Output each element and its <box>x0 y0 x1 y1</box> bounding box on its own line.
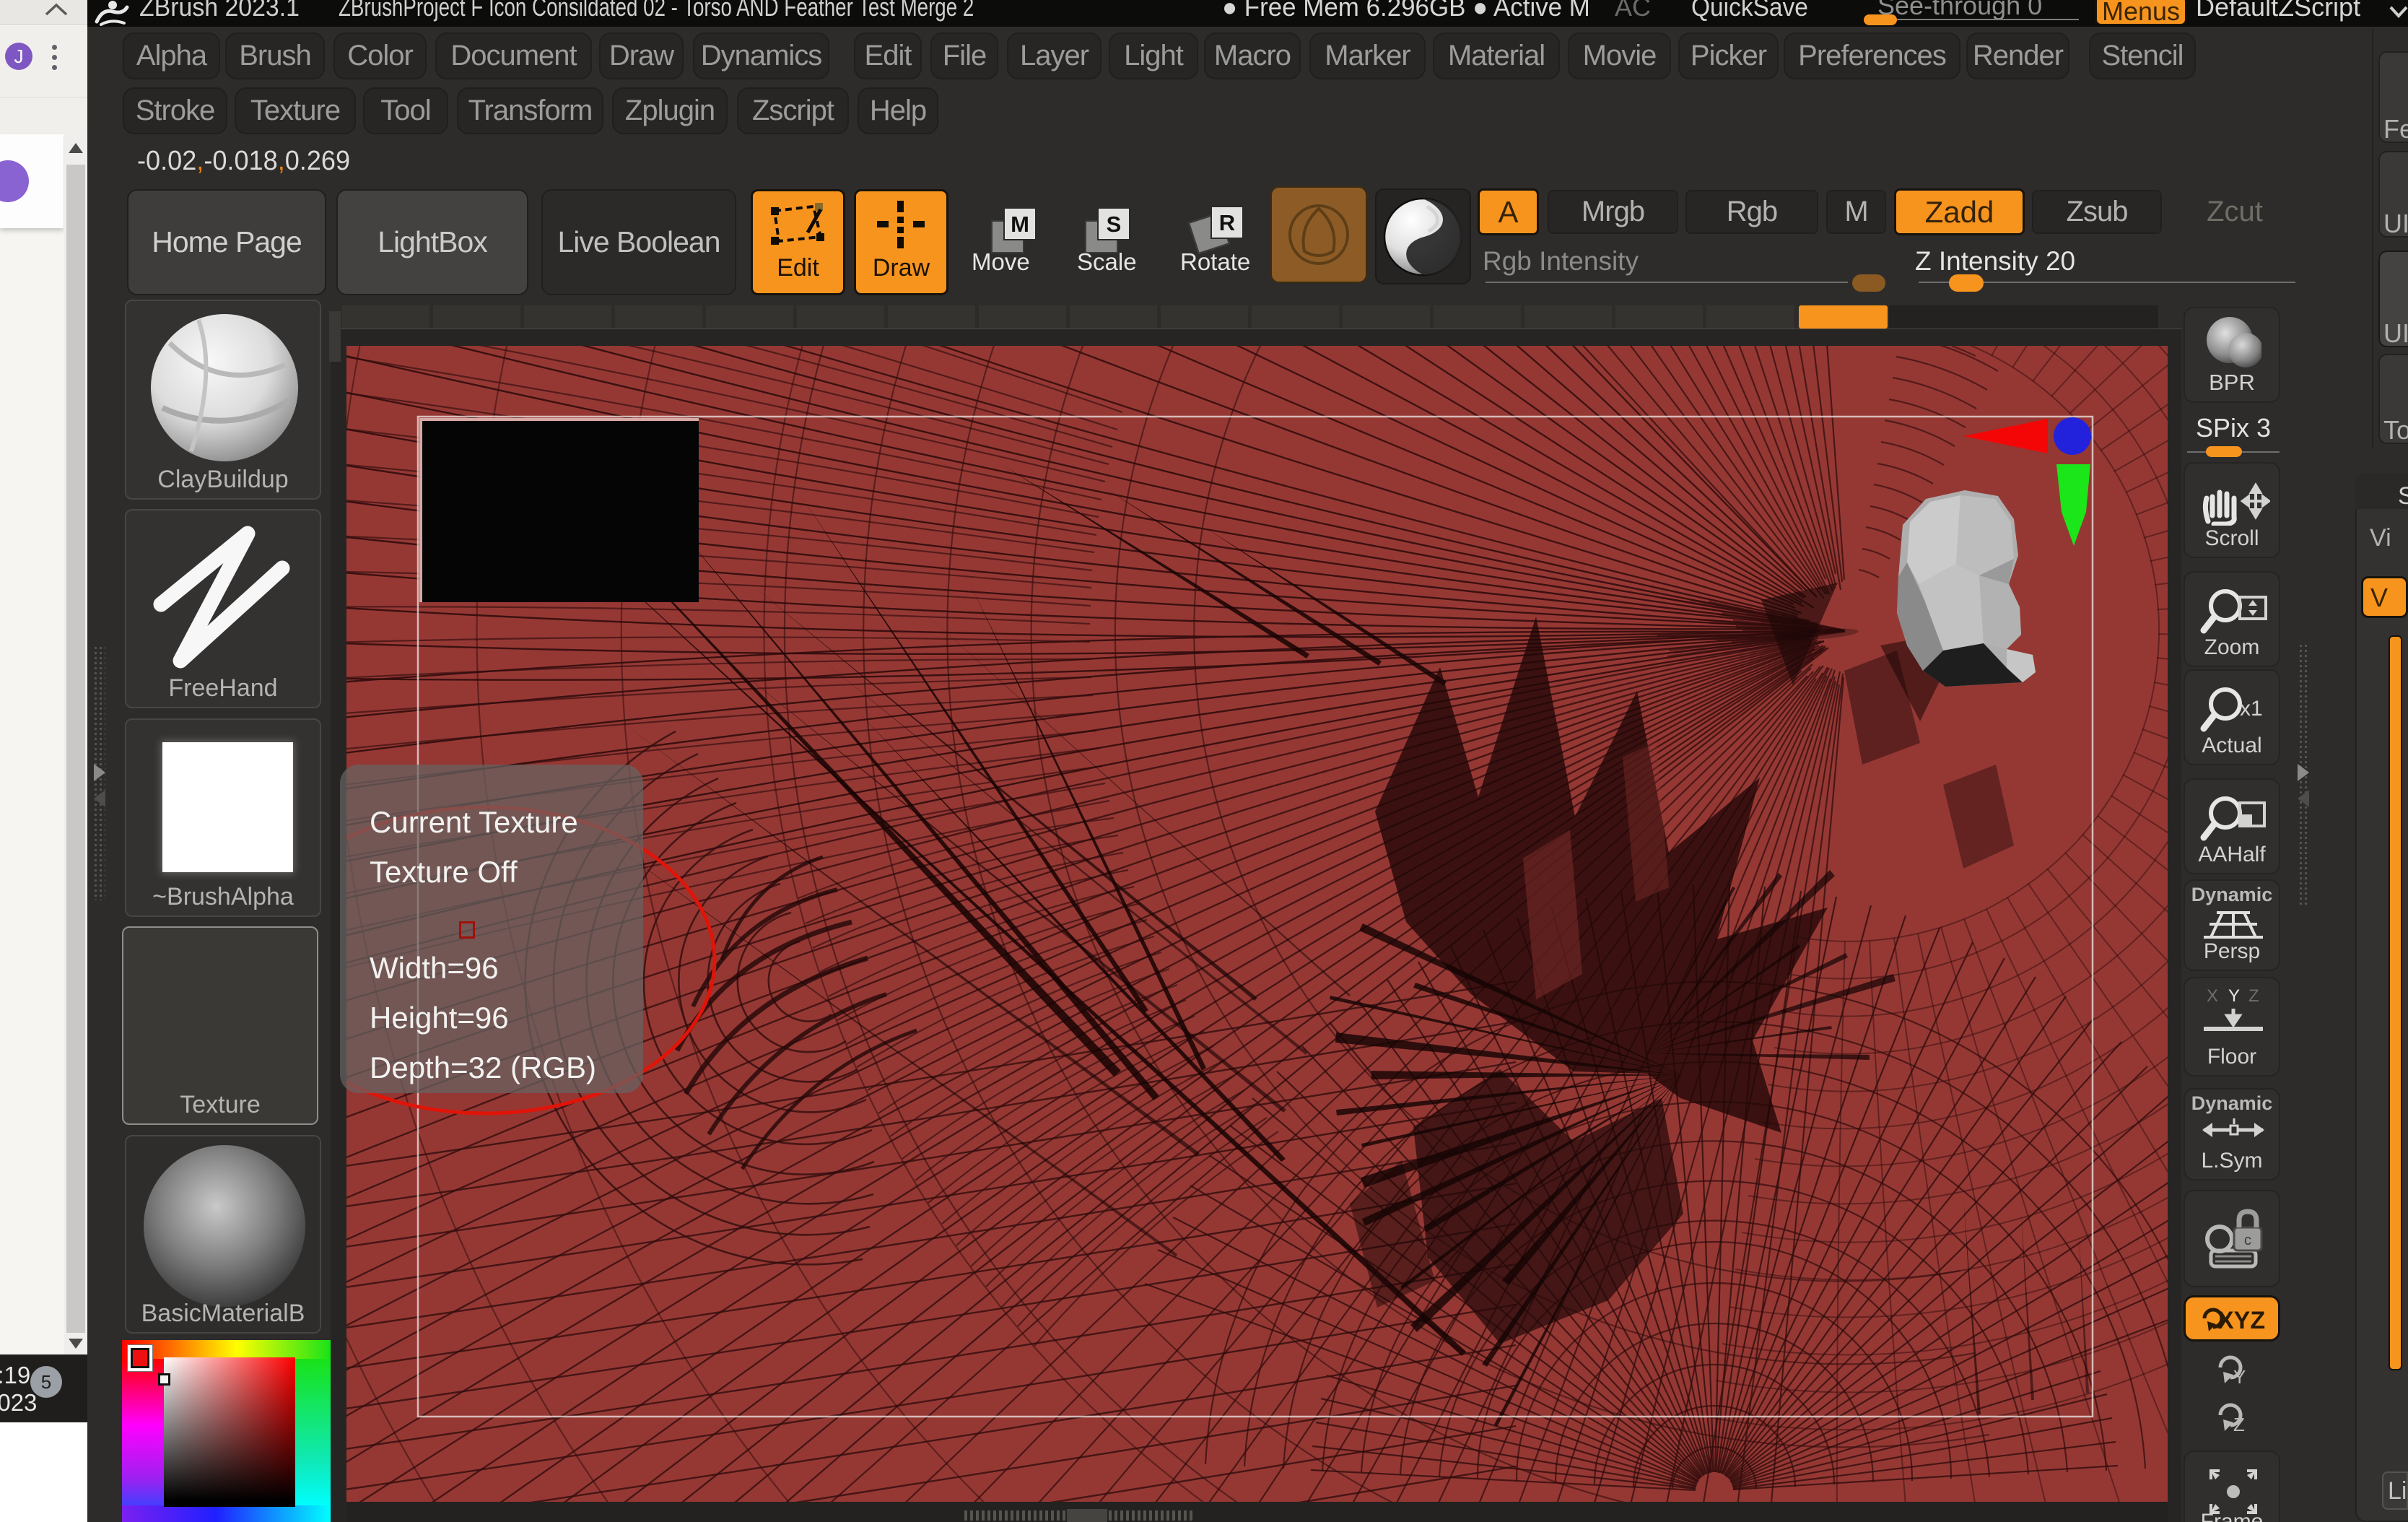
svg-text:XYZ: XYZ <box>2217 1307 2265 1334</box>
svg-text:Z: Z <box>2248 986 2259 1006</box>
svg-text:Y: Y <box>2228 986 2240 1006</box>
svg-text:c: c <box>2244 1232 2251 1248</box>
svg-text:X: X <box>2207 986 2218 1006</box>
svg-text:x1: x1 <box>2240 697 2263 721</box>
svg-text:Y: Y <box>2233 1366 2246 1386</box>
svg-text:Z: Z <box>2233 1414 2245 1434</box>
